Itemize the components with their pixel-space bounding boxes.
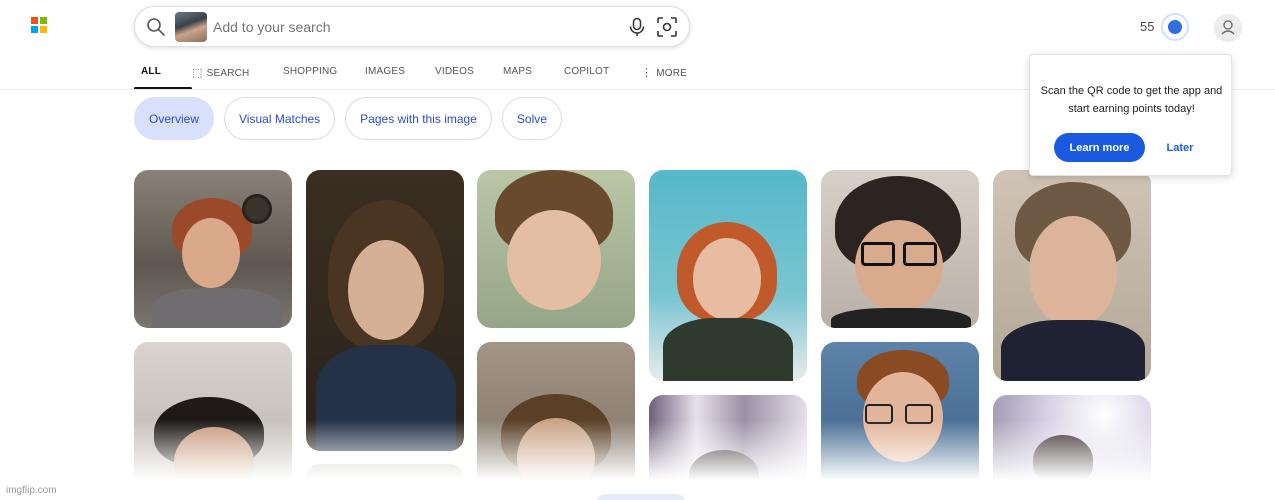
later-button[interactable]: Later: [1162, 133, 1198, 162]
result-image[interactable]: [306, 170, 464, 451]
search-box[interactable]: [134, 6, 690, 47]
result-image[interactable]: [993, 170, 1151, 381]
tab-maps[interactable]: MAPS: [503, 60, 564, 90]
tab-images[interactable]: IMAGES: [365, 60, 435, 90]
chip-pages-with-this-image[interactable]: Pages with this image: [345, 97, 492, 140]
copilot-search-icon: ⬚: [192, 67, 203, 79]
bottom-fade: [0, 420, 1275, 500]
tab-shopping[interactable]: SHOPPING: [283, 60, 365, 90]
microphone-icon[interactable]: [628, 17, 646, 37]
load-more-pill[interactable]: [596, 494, 686, 500]
watermark: imgflip.com: [6, 485, 57, 496]
rewards-points[interactable]: 55: [1140, 19, 1154, 34]
more-vertical-icon: ⋮: [641, 67, 653, 79]
search-input[interactable]: [213, 15, 613, 39]
popup-message: Scan the QR code to get the app and star…: [1040, 85, 1223, 115]
tab-all[interactable]: ALL: [134, 60, 192, 90]
learn-more-button[interactable]: Learn more: [1054, 133, 1145, 162]
chip-visual-matches[interactable]: Visual Matches: [224, 97, 336, 140]
tab-search[interactable]: ⬚ SEARCH: [192, 60, 283, 90]
query-image-thumbnail[interactable]: [175, 12, 207, 42]
visual-search-icon[interactable]: [656, 16, 678, 38]
result-image[interactable]: [821, 170, 979, 328]
rewards-icon[interactable]: [1161, 13, 1189, 41]
search-tabs: ALL ⬚ SEARCH SHOPPING IMAGES VIDEOS MAPS …: [134, 60, 701, 90]
result-image[interactable]: [649, 170, 807, 381]
tab-copilot[interactable]: COPILOT: [564, 60, 641, 90]
chip-overview[interactable]: Overview: [134, 97, 215, 140]
tab-videos[interactable]: VIDEOS: [435, 60, 503, 90]
tab-more[interactable]: ⋮ MORE: [641, 60, 701, 90]
search-icon[interactable]: [146, 17, 166, 37]
microsoft-logo[interactable]: [31, 17, 47, 33]
result-image[interactable]: [134, 170, 292, 328]
chip-solve[interactable]: Solve: [501, 97, 562, 140]
result-image[interactable]: [477, 170, 635, 328]
account-icon[interactable]: [1214, 14, 1242, 42]
app-promo-popup: Scan the QR code to get the app and star…: [1029, 54, 1232, 176]
visual-search-chips: Overview Visual Matches Pages with this …: [134, 97, 562, 140]
